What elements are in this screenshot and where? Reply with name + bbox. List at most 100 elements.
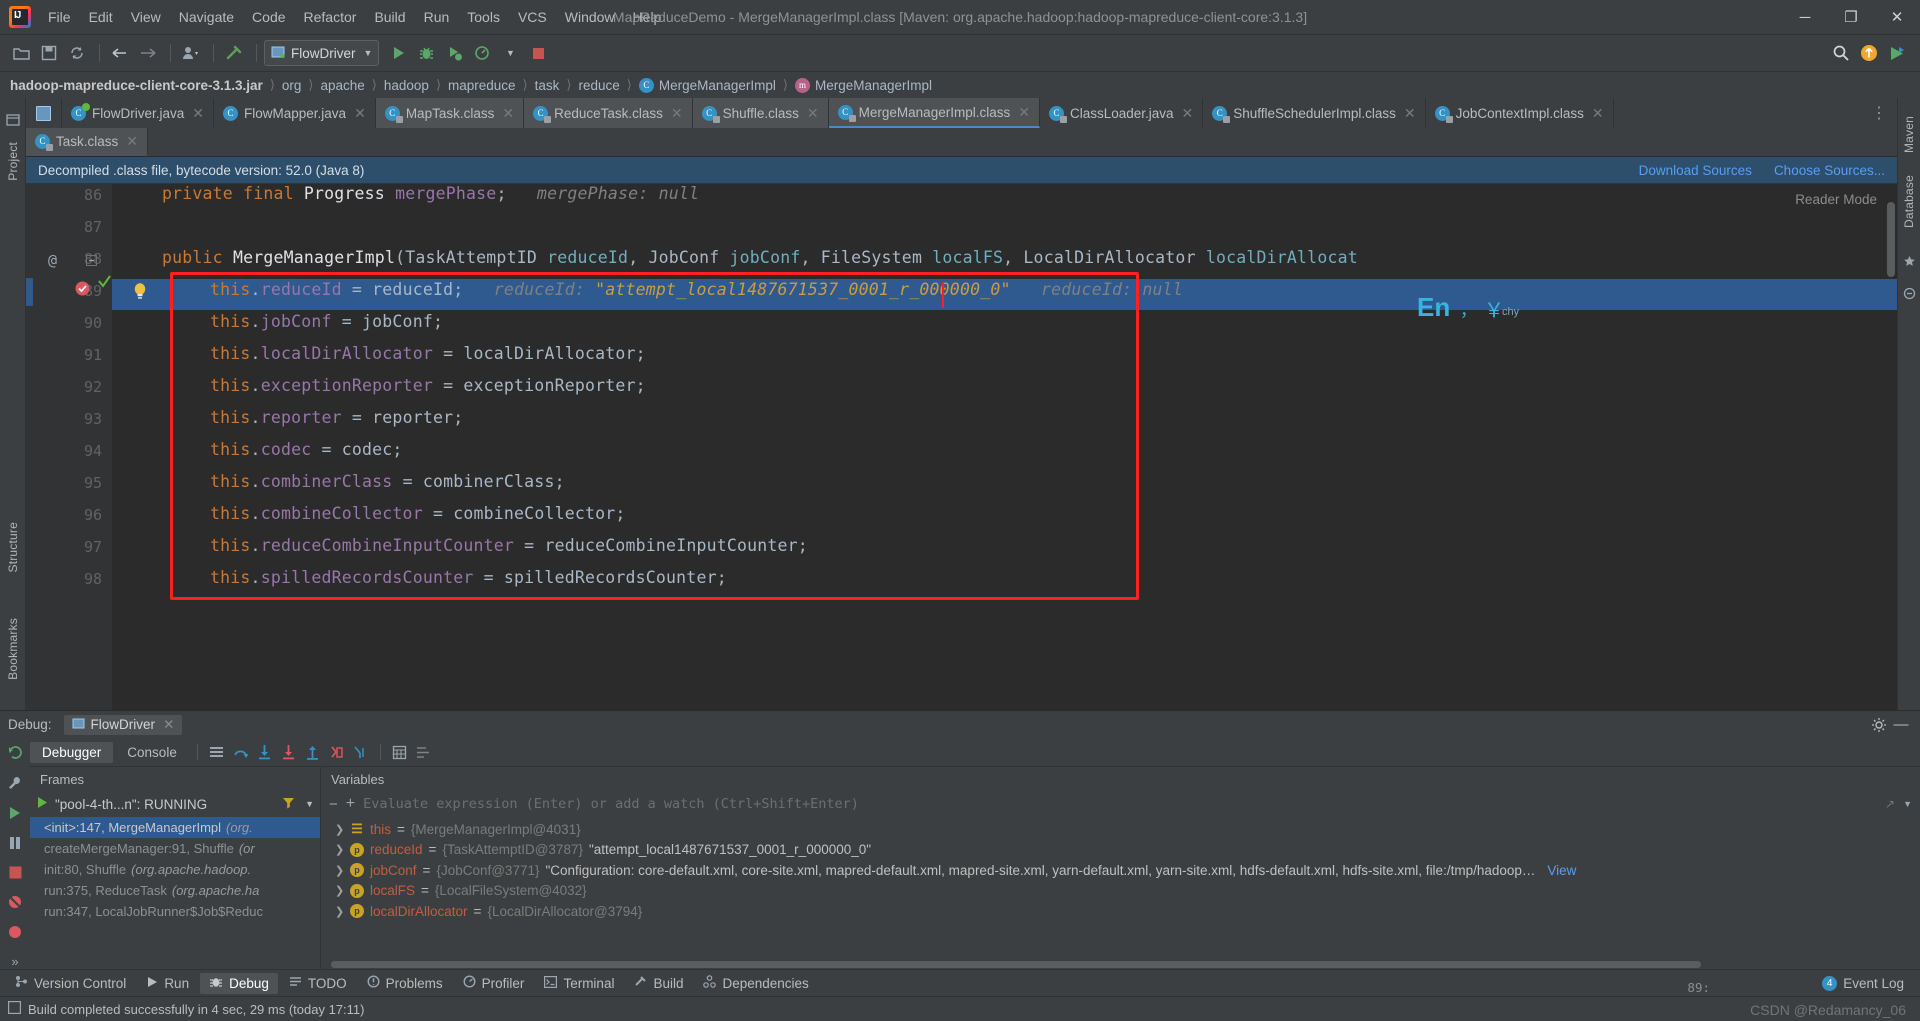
tool-button-profiler[interactable]: Profiler [454,973,534,993]
breadcrumb-item-jar[interactable]: hadoop-mapreduce-client-core-3.1.3.jar [10,78,263,93]
editor-gutter[interactable]: 86 87 88 89 90 91 92 93 94 95 96 97 98 @ [26,184,112,710]
step-out-icon[interactable] [302,741,324,763]
settings-gear-icon[interactable] [1868,714,1890,736]
evaluate-expression-icon[interactable] [389,741,411,763]
tool-button-debug[interactable]: Debug [200,972,278,994]
editor-tab-maptask-class[interactable]: C MapTask.class ✕ [375,98,525,128]
menu-bar[interactable]: File Edit View Navigate Code Refactor Bu… [39,5,670,29]
evaluate-expression-input[interactable]: Evaluate expression (Enter) or add a wat… [363,795,1877,814]
chevron-right-icon[interactable]: ❯ [335,843,344,856]
chevron-down-icon[interactable]: ▼ [305,799,314,809]
editor-tab-reducetask-class[interactable]: C ReduceTask.class ✕ [524,98,693,128]
thread-selector[interactable]: "pool-4-th...n": RUNNING ▼ [30,791,320,817]
menu-item-view[interactable]: View [122,5,170,29]
chevron-right-icon[interactable]: ❯ [335,905,344,918]
close-icon[interactable]: ✕ [126,134,138,148]
menu-item-help[interactable]: Help [624,5,671,29]
save-icon[interactable] [36,40,62,66]
editor-tab-shuffleschedulerimpl-class[interactable]: C ShuffleSchedulerImpl.class ✕ [1203,98,1426,128]
chevron-right-icon[interactable]: ❯ [335,864,344,877]
code-line-98[interactable]: this.spilledRecordsCounter = spilledReco… [210,568,727,587]
menu-item-build[interactable]: Build [365,5,414,29]
override-method-icon[interactable]: @ [48,251,57,269]
code-line-89[interactable]: this.reduceId = reduceId; reduceId: "att… [210,280,1183,299]
run-icon[interactable] [385,40,411,66]
tool-button-todo[interactable]: TODO [280,973,356,993]
menu-item-vcs[interactable]: VCS [509,5,556,29]
event-log-widget[interactable]: 4 Event Log [1822,975,1914,991]
chevron-right-icon[interactable]: ❯ [335,884,344,897]
tool-button-terminal[interactable]: Terminal [535,974,623,993]
tool-button-version-control[interactable]: Version Control [6,973,135,993]
code-line-86[interactable]: private final Progress mergePhase; merge… [162,184,699,203]
menu-item-code[interactable]: Code [243,5,294,29]
menu-item-navigate[interactable]: Navigate [170,5,243,29]
add-watch-icon[interactable]: + [346,795,355,813]
frames-list[interactable]: <init>:147, MergeManagerImpl (org. create… [30,817,320,969]
menu-item-window[interactable]: Window [556,5,624,29]
settings-wrench-icon[interactable] [7,775,23,794]
editor-tab-mergemanagerimpl-class[interactable]: C MergeManagerImpl.class ✕ [828,98,1040,128]
chevron-right-icon[interactable]: ❯ [335,823,344,836]
profile-user-icon[interactable] [178,40,204,66]
step-into-icon[interactable] [254,741,276,763]
back-arrow-icon[interactable] [107,40,133,66]
breadcrumb-item-mapreduce[interactable]: mapreduce [448,78,516,93]
step-over-icon[interactable] [230,741,252,763]
maximize-button[interactable]: ❐ [1828,0,1874,34]
run-configuration-selector[interactable]: FlowDriver ▼ [264,40,380,66]
run-to-cursor-icon[interactable] [350,741,372,763]
menu-item-file[interactable]: File [39,5,80,29]
code-line-88[interactable]: public MergeManagerImpl(TaskAttemptID re… [162,248,1358,267]
close-icon[interactable]: ✕ [1018,105,1030,119]
close-icon[interactable]: ✕ [1404,106,1416,120]
menu-item-tools[interactable]: Tools [458,5,509,29]
reader-mode-label[interactable]: Reader Mode [1795,192,1877,207]
variables-tree[interactable]: ❯ ☰ this = {MergeManagerImpl@4031} ❯ p r… [321,817,1920,960]
variables-horizontal-scrollbar[interactable] [321,960,1920,969]
code-line-95[interactable]: this.combinerClass = combinerClass; [210,472,565,491]
tab-debugger[interactable]: Debugger [30,741,114,763]
search-icon[interactable] [1828,40,1854,66]
debug-session-tab[interactable]: FlowDriver ✕ [63,714,183,735]
variable-row-localfs[interactable]: ❯ p localFS = {LocalFileSystem@4032} [321,881,1920,902]
breadcrumb-item-reduce[interactable]: reduce [578,78,619,93]
variable-row-jobconf[interactable]: ❯ p jobConf = {JobConf@3771} "Configurat… [321,860,1920,881]
tool-button-run[interactable]: Run [137,974,198,993]
close-icon[interactable]: ✕ [163,717,174,733]
close-icon[interactable]: ✕ [502,106,514,120]
minimize-button[interactable]: ─ [1782,0,1828,34]
update-available-icon[interactable] [1856,40,1882,66]
close-icon[interactable]: ✕ [671,106,683,120]
ai-assistant-icon[interactable] [1900,284,1918,302]
scrollbar-thumb[interactable] [331,961,1701,968]
choose-sources-link[interactable]: Choose Sources... [1774,163,1885,178]
pause-program-icon[interactable] [7,835,23,854]
breadcrumb-item-task[interactable]: task [535,78,560,93]
close-icon[interactable]: ✕ [192,106,204,120]
tool-button-dependencies[interactable]: Dependencies [694,973,817,993]
chevron-down-icon[interactable]: ▼ [497,40,523,66]
debug-icon[interactable] [413,40,439,66]
sidebar-item-project[interactable]: Project [6,142,20,181]
resume-program-icon[interactable] [7,805,23,824]
sync-icon[interactable] [64,40,90,66]
force-step-into-icon[interactable] [278,741,300,763]
mute-breakpoints-icon[interactable] [7,894,23,913]
breadcrumb-item-apache[interactable]: apache [321,78,365,93]
sidebar-item-structure[interactable]: Structure [6,522,20,573]
rerun-icon[interactable] [7,744,24,764]
frame-row[interactable]: run:347, LocalJobRunner$Job$Reduc [30,901,320,922]
menu-item-run[interactable]: Run [415,5,459,29]
sidebar-item-bookmarks[interactable]: Bookmarks [6,618,20,680]
editor-tab-task-class[interactable]: C Task.class ✕ [26,128,149,156]
run-with-coverage-icon[interactable] [441,40,467,66]
code-text-area[interactable]: private final Progress mergePhase; merge… [112,184,1897,710]
frame-row[interactable]: run:375, ReduceTask (org.apache.ha [30,880,320,901]
chevron-down-icon[interactable]: ▼ [1903,799,1912,809]
code-line-93[interactable]: this.reporter = reporter; [210,408,463,427]
show-execution-point-icon[interactable] [206,741,228,763]
profiler-icon[interactable] [469,40,495,66]
code-fold-icon[interactable] [86,254,97,269]
sidebar-item-maven[interactable]: Maven [1902,116,1916,153]
